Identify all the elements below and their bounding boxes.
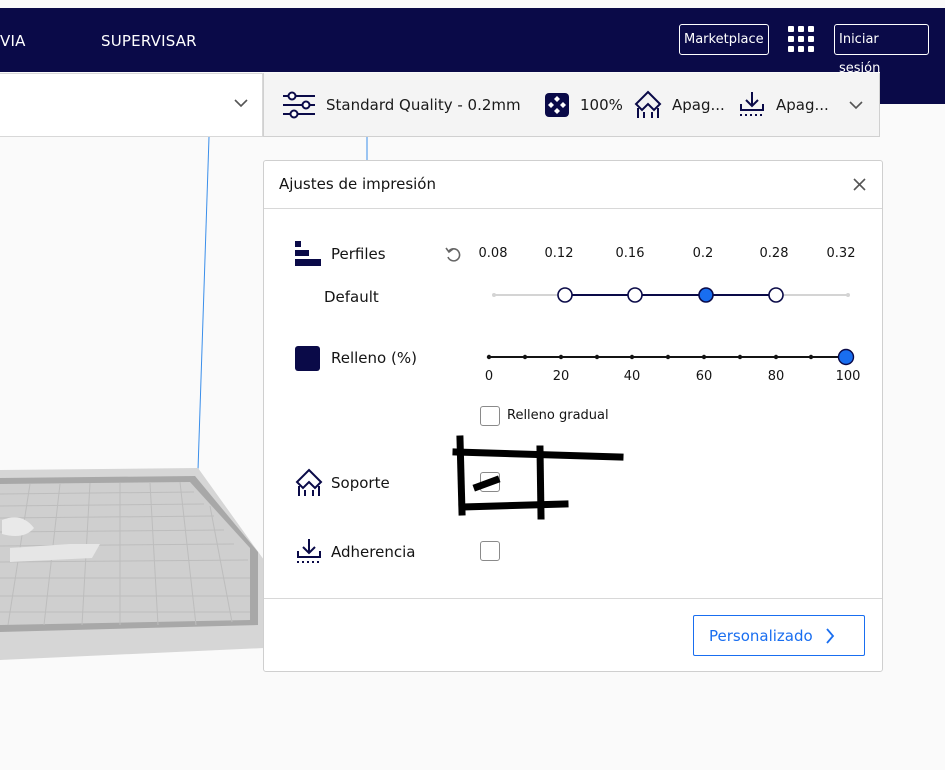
profiles-label: Perfiles <box>331 245 386 263</box>
layer-height-slider[interactable] <box>486 285 856 305</box>
chevron-right-icon <box>826 627 834 644</box>
support-icon <box>634 90 662 118</box>
profiles-icon <box>295 241 321 266</box>
profile-name: Default <box>324 288 379 306</box>
infill-slider-handle[interactable] <box>837 348 855 366</box>
panel-footer-divider <box>264 598 882 599</box>
infill-tick-label: 80 <box>767 369 785 384</box>
print-settings-panel: Ajustes de impresión Perfiles 0.08 0.12 … <box>263 160 883 672</box>
support-icon <box>295 468 323 496</box>
layer-height-label: 0.16 <box>615 246 645 261</box>
chevron-down-icon <box>234 99 248 108</box>
adhesion-label: Adherencia <box>331 543 416 561</box>
infill-icon <box>545 93 569 117</box>
support-label: Soporte <box>331 474 390 492</box>
layer-height-label: 0.08 <box>478 246 508 261</box>
infill-tick-label: 20 <box>552 369 570 384</box>
layer-height-label: 0.12 <box>544 246 574 261</box>
adhesion-checkbox[interactable] <box>480 541 500 561</box>
support-checkbox[interactable] <box>480 472 500 492</box>
slider-option-selected[interactable] <box>698 287 714 303</box>
apps-grid-icon[interactable] <box>788 26 814 52</box>
infill-slider[interactable] <box>482 347 858 367</box>
infill-tick-label: 40 <box>623 369 641 384</box>
infill-tick-label: 100 <box>835 369 861 384</box>
slider-option[interactable] <box>768 287 784 303</box>
custom-mode-button[interactable]: Personalizado <box>693 615 865 656</box>
sliders-icon <box>283 91 315 119</box>
infill-tick-label: 60 <box>695 369 713 384</box>
header-band-extension <box>880 72 945 104</box>
infill-tick-label: 0 <box>484 369 494 384</box>
adhesion-icon <box>297 539 321 563</box>
nav-monitor-tab[interactable]: SUPERVISAR <box>101 32 197 50</box>
panel-title: Ajustes de impresión <box>279 175 436 193</box>
adhesion-summary-label: Apag... <box>776 96 829 114</box>
slider-option[interactable] <box>557 287 573 303</box>
reset-icon[interactable] <box>445 246 461 263</box>
infill-icon <box>295 346 320 371</box>
infill-summary: 100% <box>544 73 623 137</box>
panel-header: Ajustes de impresión <box>264 161 882 209</box>
profile-summary-label: Standard Quality - 0.2mm <box>326 96 521 114</box>
adhesion-icon <box>740 92 764 116</box>
layer-height-label: 0.28 <box>759 246 789 261</box>
gradual-infill-checkbox[interactable] <box>480 406 500 426</box>
custom-mode-label: Personalizado <box>709 626 813 645</box>
gradual-infill-label: Relleno gradual <box>507 408 609 423</box>
adhesion-summary: Apag... <box>738 73 829 137</box>
infill-label: Relleno (%) <box>331 349 417 367</box>
print-setup-selector[interactable]: Standard Quality - 0.2mm 100% Apag... Ap… <box>263 73 880 137</box>
slider-option[interactable] <box>627 287 643 303</box>
close-icon[interactable] <box>853 178 866 191</box>
support-summary-label: Apag... <box>672 96 725 114</box>
support-summary: Apag... <box>634 73 725 137</box>
nav-prepare-tab[interactable]: VIA <box>0 32 26 50</box>
marketplace-button[interactable]: Marketplace <box>679 24 769 55</box>
profile-summary: Standard Quality - 0.2mm <box>282 73 521 137</box>
object-selector[interactable] <box>0 73 263 137</box>
signin-button[interactable]: Iniciar sesión <box>834 24 929 76</box>
layer-height-label: 0.32 <box>826 246 856 261</box>
infill-summary-label: 100% <box>580 96 623 114</box>
layer-height-label: 0.2 <box>692 246 714 261</box>
chevron-down-icon <box>849 101 863 110</box>
